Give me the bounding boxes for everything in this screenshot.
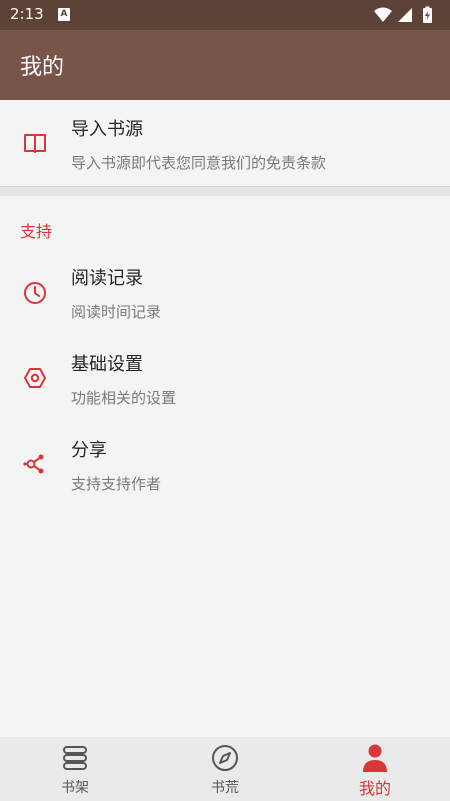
status-bar: 2:13 A [0, 0, 450, 30]
clock-icon [24, 282, 46, 304]
menu-item-reading-history[interactable]: 阅读记录 阅读时间记录 [0, 262, 450, 348]
battery-icon [423, 6, 432, 23]
bookshelf-icon [63, 746, 87, 770]
status-indicators [374, 6, 432, 23]
import-source-title: 导入书源 [71, 119, 143, 140]
section-divider [0, 186, 450, 196]
menu-item-title: 阅读记录 [71, 268, 143, 289]
wifi-icon [374, 7, 392, 22]
nav-label: 书荒 [211, 780, 239, 796]
import-source-subtitle: 导入书源即代表您同意我们的免责条款 [71, 154, 327, 172]
page-title: 我的 [20, 55, 65, 80]
hexagon-settings-icon [24, 368, 46, 388]
nav-label: 书架 [61, 780, 89, 796]
menu-item-subtitle: 阅读时间记录 [71, 303, 162, 321]
app-bar: 我的 [0, 30, 450, 100]
menu-item-basic-settings[interactable]: 基础设置 功能相关的设置 [0, 348, 450, 434]
compass-icon [212, 745, 238, 771]
signal-icon [398, 8, 412, 22]
bottom-nav: 书架 书荒 我的 [0, 737, 450, 801]
nav-label: 我的 [358, 779, 391, 798]
nav-item-discover[interactable]: 书荒 [150, 737, 300, 801]
share-icon [23, 454, 44, 474]
nav-item-bookshelf[interactable]: 书架 [0, 737, 150, 801]
nav-item-mine[interactable]: 我的 [300, 737, 450, 801]
menu-item-subtitle: 支持支持作者 [71, 475, 162, 493]
menu-item-share[interactable]: 分享 支持支持作者 [0, 434, 450, 520]
section-header-support: 支持 [20, 222, 53, 241]
notification-icon: A [58, 8, 70, 21]
menu-item-title: 基础设置 [71, 354, 143, 375]
book-open-icon [24, 134, 46, 153]
import-source-item[interactable]: 导入书源 导入书源即代表您同意我们的免责条款 [0, 100, 450, 186]
status-time: 2:13 [10, 5, 44, 23]
menu-item-title: 分享 [71, 440, 107, 461]
person-icon [363, 744, 387, 772]
menu-item-subtitle: 功能相关的设置 [71, 389, 177, 407]
